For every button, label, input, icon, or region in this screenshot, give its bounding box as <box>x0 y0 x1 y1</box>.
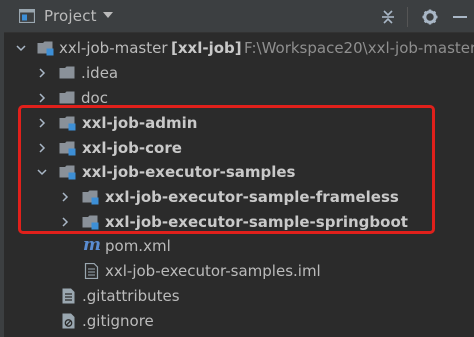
folder-icon <box>59 91 75 104</box>
tree-row-gitattributes[interactable]: .gitattributes <box>0 284 474 309</box>
tree-label-pom: pom.xml <box>105 237 171 255</box>
header-divider <box>407 7 408 27</box>
tree-label-iml: xxl-job-executor-samples.iml <box>105 262 321 280</box>
chevron-right-icon[interactable] <box>37 68 47 78</box>
gitignore-file-icon <box>62 313 75 329</box>
text-file-icon <box>62 288 75 304</box>
iml-file-icon <box>84 263 99 279</box>
tree-label-gitignore: .gitignore <box>82 312 154 330</box>
tree-row-gitignore[interactable]: .gitignore <box>0 309 474 334</box>
tree-row-root[interactable]: xxl-job-master [xxl-job] F:\Workspace20\… <box>0 36 474 61</box>
tree-label-idea: idea <box>86 64 119 82</box>
folder-icon <box>59 66 75 79</box>
maven-icon: m <box>83 235 101 255</box>
project-icon <box>19 9 35 23</box>
collapse-all-icon[interactable] <box>379 8 397 26</box>
module-name: [xxl-job] <box>171 39 242 57</box>
module-path: F:\Workspace20\xxl-job-master <box>244 39 474 57</box>
chevron-down-icon[interactable] <box>16 43 26 53</box>
module-folder-icon <box>37 41 54 56</box>
highlight-annotation-box <box>18 105 435 234</box>
project-panel-header: Project <box>4 0 474 33</box>
tree-label-root: xxl-job-master <box>59 39 168 57</box>
tree-row-pom[interactable]: m pom.xml <box>0 234 474 259</box>
tree-row-iml[interactable]: xxl-job-executor-samples.iml <box>0 259 474 284</box>
tree-label-gitattributes: .gitattributes <box>82 287 180 305</box>
gear-icon[interactable] <box>421 8 439 26</box>
tree-row-idea[interactable]: . idea <box>0 61 474 86</box>
chevron-down-icon[interactable] <box>103 12 113 19</box>
panel-title[interactable]: Project <box>44 7 97 25</box>
hide-icon[interactable] <box>452 8 468 26</box>
chevron-right-icon[interactable] <box>37 93 47 103</box>
